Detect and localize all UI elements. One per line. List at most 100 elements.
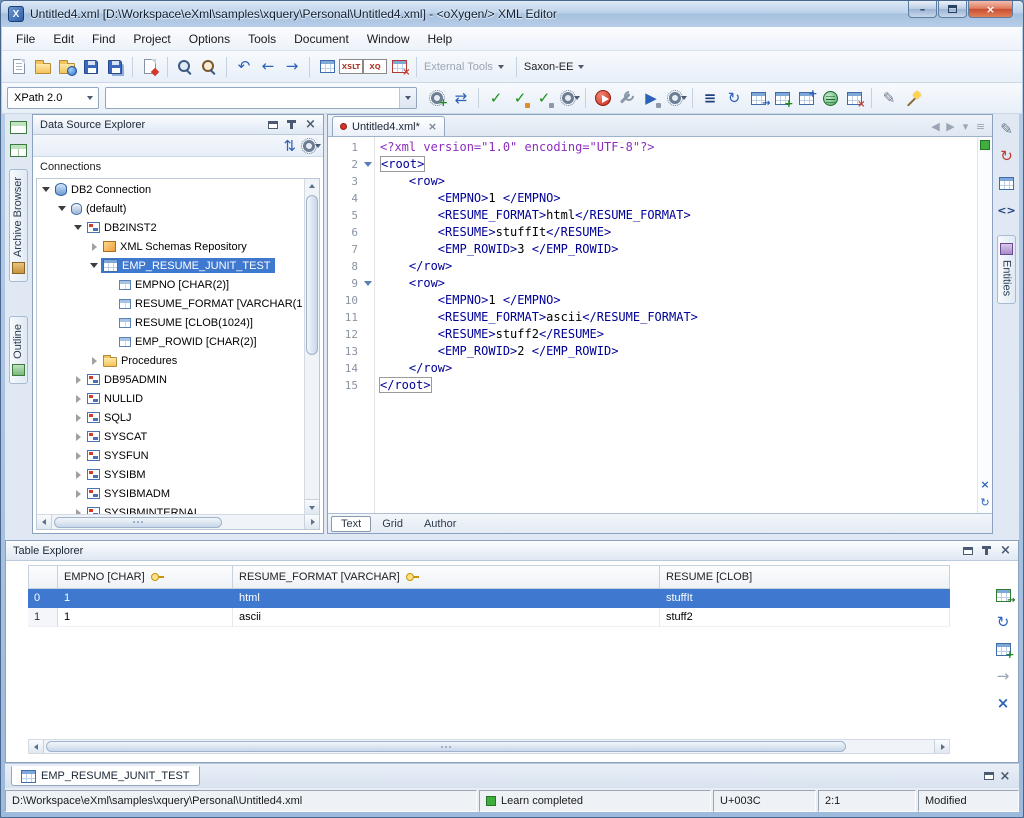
configure-transformation-icon[interactable]	[615, 86, 639, 110]
close-button[interactable]: ×	[968, 1, 1013, 18]
scroll-right-button[interactable]	[304, 515, 319, 529]
mode-tab-text[interactable]: Text	[331, 516, 371, 532]
tree-item-sysibmadm[interactable]: SYSIBMADM	[37, 484, 304, 503]
close-panel-icon[interactable]: ×	[997, 768, 1013, 784]
tree-item-emp-resume-junit-test[interactable]: EMP_RESUME_JUNIT_TEST	[37, 256, 304, 275]
back-icon[interactable]: ←	[256, 55, 280, 79]
tree-item-default[interactable]: (default)	[37, 199, 304, 218]
forward-icon[interactable]: →	[280, 55, 304, 79]
well-formed-icon[interactable]: ✓	[532, 86, 556, 110]
smart-paste-icon[interactable]	[901, 86, 925, 110]
menu-find[interactable]: Find	[83, 29, 124, 49]
twisty-icon[interactable]	[72, 412, 84, 424]
sign-document-icon[interactable]: ✎	[877, 86, 901, 110]
mode-tab-author[interactable]: Author	[414, 516, 466, 532]
close-icon[interactable]: ×	[997, 543, 1014, 558]
text-editor[interactable]: 123456789101112131415 <?xml version="1.0…	[328, 137, 992, 513]
scrollbar-thumb[interactable]	[306, 195, 318, 355]
twisty-icon[interactable]	[72, 222, 84, 234]
twisty-icon[interactable]	[88, 260, 100, 272]
tree-item-empno-char-2[interactable]: EMPNO [CHAR(2)]	[37, 275, 304, 294]
model-icon[interactable]	[996, 172, 1018, 194]
tree-item-sqlj[interactable]: SQLJ	[37, 408, 304, 427]
find-icon[interactable]	[173, 55, 197, 79]
xpath-version-selector[interactable]: XPath 2.0	[7, 87, 99, 109]
save-icon[interactable]	[79, 55, 103, 79]
float-icon[interactable]	[959, 543, 976, 558]
tab-list-icon[interactable]: ▾	[958, 119, 973, 134]
menu-help[interactable]: Help	[419, 29, 462, 49]
dock-tab-outline[interactable]: Outline	[9, 316, 28, 384]
open-url-icon[interactable]	[55, 55, 79, 79]
scroll-left-icon[interactable]: ◀	[928, 119, 943, 134]
clear-markers-icon[interactable]: ×	[978, 477, 992, 491]
menu-file[interactable]: File	[7, 29, 44, 49]
tree-vertical-scrollbar[interactable]	[304, 179, 319, 514]
tree-horizontal-scrollbar[interactable]	[37, 514, 319, 529]
code-area[interactable]: <?xml version="1.0" encoding="UTF-8"?><r…	[375, 137, 977, 513]
menu-edit[interactable]: Edit	[44, 29, 83, 49]
insert-row-icon[interactable]	[993, 639, 1013, 659]
twisty-icon[interactable]	[72, 450, 84, 462]
scroll-right-icon[interactable]: ▶	[943, 119, 958, 134]
column-header-empno-char[interactable]: EMPNO [CHAR]	[58, 565, 233, 589]
delete-row-icon[interactable]: ×	[993, 693, 1013, 713]
menu-options[interactable]: Options	[180, 29, 239, 49]
close-tab-icon[interactable]: ×	[428, 120, 437, 133]
revalidate-icon[interactable]: ↻	[978, 495, 992, 509]
find-replace-icon[interactable]	[197, 55, 221, 79]
tree-item-xml-schemas-repository[interactable]: XML Schemas Repository	[37, 237, 304, 256]
settings-icon[interactable]	[299, 136, 319, 156]
markup-icon[interactable]: <>	[996, 199, 1018, 221]
column-header-resume-clob[interactable]: RESUME [CLOB]	[660, 565, 950, 589]
annotate-icon[interactable]: ✎	[996, 118, 1018, 140]
table-row[interactable]: 01htmlstuffIt	[28, 589, 950, 608]
float-icon[interactable]	[264, 117, 281, 132]
xpath-history-dropdown[interactable]	[399, 88, 416, 108]
xpath-settings-icon[interactable]	[425, 86, 449, 110]
xquery-debugger-icon[interactable]: XQ	[363, 55, 387, 79]
transformation-scenario-dropdown[interactable]: Saxon-EE	[522, 59, 592, 75]
menu-tools[interactable]: Tools	[239, 29, 285, 49]
web-preview-icon[interactable]	[818, 86, 842, 110]
tree-item-sysibm[interactable]: SYSIBM	[37, 465, 304, 484]
tree-item-nullid[interactable]: NULLID	[37, 389, 304, 408]
scroll-left-button[interactable]	[37, 515, 52, 529]
tree-item-resume-clob-1024[interactable]: RESUME [CLOB(1024)]	[37, 313, 304, 332]
xpath-input[interactable]	[106, 88, 399, 108]
twisty-icon[interactable]	[56, 203, 68, 215]
fold-toggle-icon[interactable]	[364, 281, 372, 286]
tree-item-emp-rowid-char-2[interactable]: EMP_ROWID [CHAR(2)]	[37, 332, 304, 351]
grid-view-icon[interactable]	[315, 55, 339, 79]
tree-item-db95admin[interactable]: DB95ADMIN	[37, 370, 304, 389]
refresh-icon[interactable]: ↻	[722, 86, 746, 110]
validation-settings-icon[interactable]	[556, 86, 580, 110]
tree-item-resume-format-varchar-1[interactable]: RESUME_FORMAT [VARCHAR(1	[37, 294, 304, 313]
format-indent-icon[interactable]: ≡	[698, 86, 722, 110]
compare-icon[interactable]	[387, 55, 411, 79]
tree-item-syscat[interactable]: SYSCAT	[37, 427, 304, 446]
scrollbar-thumb[interactable]	[46, 741, 846, 752]
twisty-icon[interactable]	[72, 469, 84, 481]
twisty-icon[interactable]	[72, 488, 84, 500]
minimize-panel-icon[interactable]	[981, 768, 997, 784]
table-tab[interactable]: EMP_RESUME_JUNIT_TEST	[11, 766, 200, 786]
tree-item-sysfun[interactable]: SYSFUN	[37, 446, 304, 465]
new-icon[interactable]	[7, 55, 31, 79]
scroll-left-button[interactable]	[29, 740, 44, 753]
fold-toggle-icon[interactable]	[364, 162, 372, 167]
tree-item-db2inst2[interactable]: DB2INST2	[37, 218, 304, 237]
mode-tab-grid[interactable]: Grid	[372, 516, 413, 532]
scroll-down-button[interactable]	[305, 499, 319, 514]
column-header-resume-format-varchar[interactable]: RESUME_FORMAT [VARCHAR]	[233, 565, 660, 589]
debug-transformation-icon[interactable]: ▶	[639, 86, 663, 110]
dock-tab-archive-browser[interactable]: Archive Browser	[9, 169, 28, 282]
tree-item-db2-connection[interactable]: DB2 Connection	[37, 180, 304, 199]
editor-perspective-icon[interactable]	[8, 118, 28, 136]
export-data-icon[interactable]	[993, 585, 1013, 605]
editor-menu-icon[interactable]: ≡	[973, 119, 988, 134]
titlebar[interactable]: X Untitled4.xml [D:\Workspace\eXml\sampl…	[1, 1, 1023, 27]
add-row-icon[interactable]	[770, 86, 794, 110]
database-perspective-icon[interactable]	[8, 141, 28, 159]
new-from-template-icon[interactable]	[138, 55, 162, 79]
